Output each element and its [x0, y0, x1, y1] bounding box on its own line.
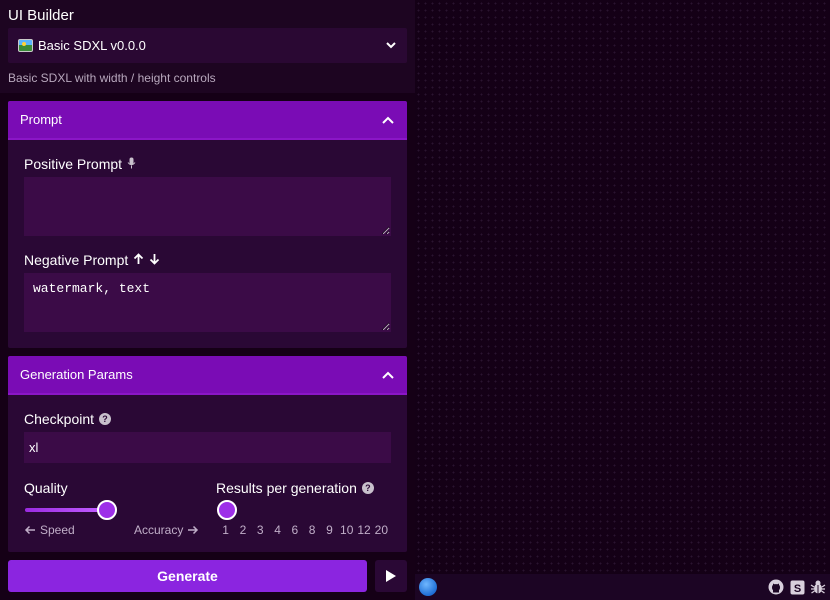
generation-params-header[interactable]: Generation Params	[8, 356, 407, 395]
status-bar: S	[415, 574, 830, 600]
results-tick-label[interactable]: 4	[269, 523, 286, 537]
status-icons: S	[768, 579, 826, 595]
quality-slider-fill	[25, 508, 99, 512]
svg-text:S: S	[793, 583, 800, 595]
prompt-section: Prompt Positive Prompt Negative Prompt	[8, 101, 407, 348]
results-label-text: Results per generation	[216, 480, 357, 496]
builder-select-value: Basic SDXL v0.0.0	[38, 38, 146, 53]
builder-description: Basic SDXL with width / height controls	[8, 71, 216, 85]
results-tick-label[interactable]: 2	[234, 523, 251, 537]
results-tick-label[interactable]: 9	[321, 523, 338, 537]
quality-label-text: Quality	[24, 480, 68, 496]
generation-params-section: Generation Params Checkpoint ? Quality S…	[8, 356, 407, 552]
arrow-left-icon	[24, 525, 35, 535]
ui-builder-label: UI Builder	[8, 7, 74, 24]
quality-max-label: Accuracy	[134, 523, 199, 537]
results-tick-label[interactable]: 20	[373, 523, 390, 537]
results-slider-thumb[interactable]	[217, 500, 237, 520]
positive-prompt-input[interactable]	[24, 177, 391, 236]
arrow-down-icon[interactable]	[149, 252, 160, 268]
positive-prompt-label-text: Positive Prompt	[24, 156, 123, 172]
status-dot-icon	[419, 578, 437, 596]
checkpoint-label: Checkpoint ?	[24, 411, 112, 427]
stability-icon[interactable]: S	[789, 579, 805, 595]
image-canvas: S	[415, 0, 830, 600]
prompt-section-header[interactable]: Prompt	[8, 101, 407, 140]
checkpoint-input[interactable]	[24, 432, 391, 463]
github-icon[interactable]	[768, 579, 784, 595]
positive-prompt-label: Positive Prompt	[24, 156, 136, 172]
play-icon[interactable]	[375, 560, 407, 592]
bug-icon[interactable]	[810, 579, 826, 595]
quality-label: Quality	[24, 480, 68, 496]
negative-prompt-input[interactable]	[24, 273, 391, 332]
checkpoint-label-text: Checkpoint	[24, 411, 95, 427]
negative-prompt-label: Negative Prompt	[24, 252, 160, 268]
chevron-up-icon[interactable]	[381, 113, 395, 127]
microphone-icon[interactable]	[127, 156, 136, 172]
arrow-up-icon[interactable]	[133, 252, 144, 268]
results-tick-label[interactable]: 6	[286, 523, 303, 537]
generate-button[interactable]: Generate	[8, 560, 367, 592]
quality-max-text: Accuracy	[134, 523, 184, 537]
negative-prompt-label-text: Negative Prompt	[24, 252, 129, 268]
left-panel: UI Builder Basic SDXL v0.0.0 Basic SDXL …	[0, 0, 415, 600]
help-icon[interactable]: ?	[361, 482, 374, 494]
results-tick-label[interactable]: 3	[252, 523, 269, 537]
chevron-down-icon	[385, 40, 397, 52]
builder-panel: UI Builder Basic SDXL v0.0.0 Basic SDXL …	[0, 0, 415, 93]
help-icon[interactable]: ?	[99, 413, 112, 425]
quality-slider-thumb[interactable]	[96, 500, 117, 520]
prompt-section-title: Prompt	[20, 112, 62, 127]
builder-select[interactable]: Basic SDXL v0.0.0	[8, 28, 407, 63]
generation-params-title: Generation Params	[20, 367, 133, 382]
quality-min-label: Speed	[24, 523, 75, 537]
results-tick-label[interactable]: 10	[338, 523, 355, 537]
results-tick-label[interactable]: 12	[355, 523, 372, 537]
results-label: Results per generation ?	[216, 480, 374, 496]
chevron-up-icon[interactable]	[381, 368, 395, 382]
quality-min-text: Speed	[40, 523, 75, 537]
results-slider-ticks[interactable]: 1 2 3 4 6 8 9 10 12 20	[217, 523, 390, 537]
results-tick-label[interactable]: 1	[217, 523, 234, 537]
results-tick-label[interactable]: 8	[303, 523, 320, 537]
picture-icon	[18, 39, 33, 52]
arrow-right-icon	[188, 525, 199, 535]
